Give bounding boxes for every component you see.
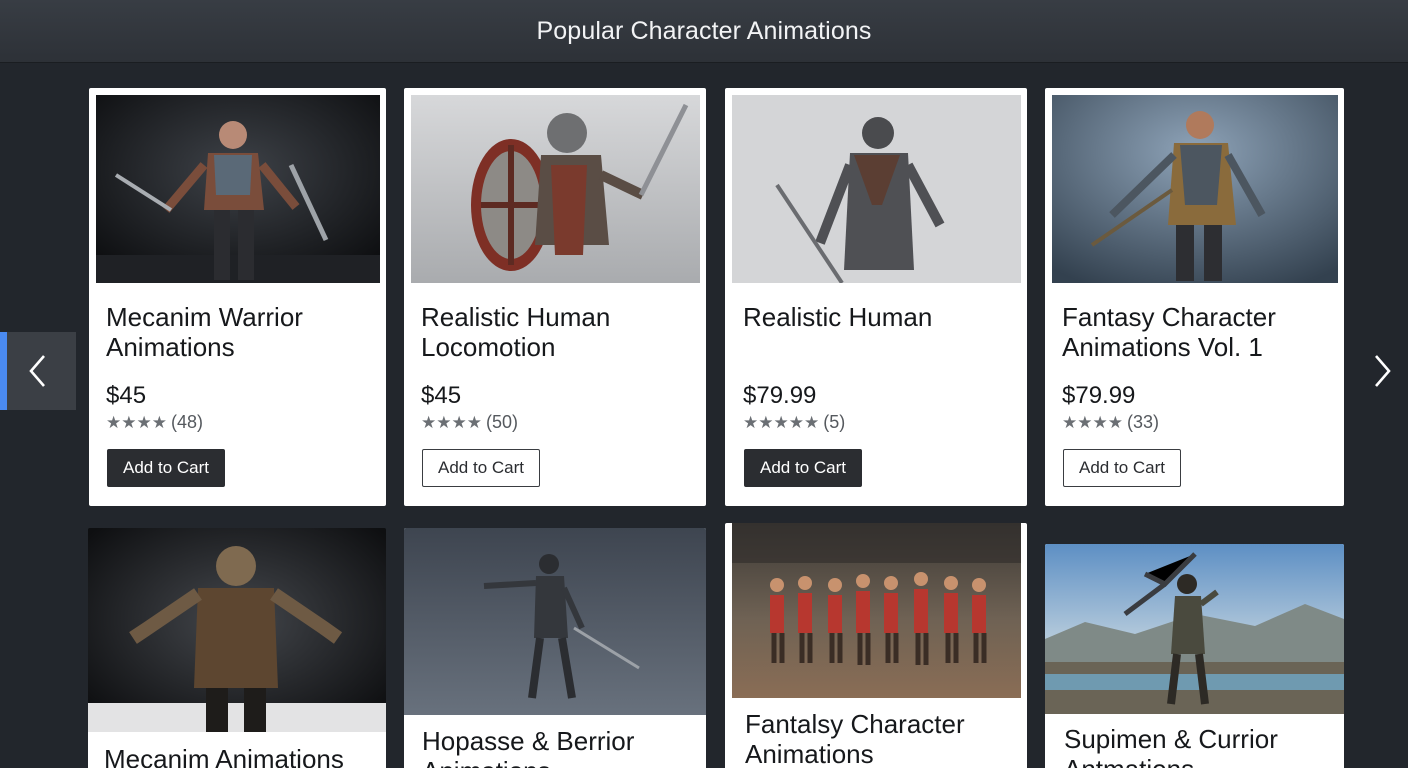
active-indicator	[0, 332, 7, 410]
product-title[interactable]: Realistic Human	[743, 302, 1018, 332]
page-header: Popular Character Animations	[0, 0, 1408, 63]
star-rating-icon: ★★★★	[1062, 412, 1123, 432]
star-rating-icon: ★★★★	[106, 412, 167, 432]
product-rating: ★★★★★ (5)	[743, 412, 845, 433]
star-rating-icon: ★★★★★	[743, 412, 820, 432]
product-thumbnail[interactable]	[411, 95, 700, 283]
add-to-cart-button[interactable]: Add to Cart	[107, 449, 225, 487]
add-to-cart-button[interactable]: Add to Cart	[744, 449, 862, 487]
product-grid: Mecanim Warrior Animations $45 ★★★★ (48)…	[88, 88, 1346, 768]
product-thumbnail[interactable]	[1045, 544, 1344, 714]
rating-count: (48)	[170, 412, 203, 432]
product-price: $79.99	[743, 382, 817, 409]
product-thumbnail[interactable]	[732, 95, 1021, 283]
product-title[interactable]: Mecanim Warrior Animations	[106, 302, 376, 362]
product-card[interactable]: Supimen & Currior Antmations	[1045, 544, 1344, 768]
product-title[interactable]: Fantasy Character Animations Vol. 1	[1062, 302, 1337, 362]
product-thumbnail[interactable]	[88, 528, 386, 732]
product-title[interactable]: Fantalsy Character Animations	[745, 709, 1020, 768]
product-card[interactable]: Fantalsy Character Animations	[725, 523, 1027, 768]
page-title: Popular Character Animations	[536, 16, 872, 45]
rating-count: (33)	[1126, 412, 1159, 432]
product-card[interactable]: Hopasse & Berrior Animations	[404, 528, 706, 768]
product-card[interactable]: Fantasy Character Animations Vol. 1 $79.…	[1045, 88, 1344, 506]
product-title[interactable]: Supimen & Currior Antmations	[1064, 724, 1334, 768]
rating-count: (5)	[823, 412, 846, 432]
product-card[interactable]: Realistic Human Locomotion $45 ★★★★ (50)…	[404, 88, 706, 506]
product-rating: ★★★★ (48)	[106, 412, 203, 433]
product-title[interactable]: Mecanim Animations	[104, 744, 379, 768]
product-price: $45	[421, 382, 462, 409]
carousel-next-button[interactable]	[1360, 332, 1404, 410]
product-title[interactable]: Hopasse & Berrior Animations	[422, 726, 697, 768]
product-thumbnail[interactable]	[96, 95, 380, 283]
product-price: $79.99	[1062, 382, 1136, 409]
product-rating: ★★★★ (50)	[421, 412, 518, 433]
product-title[interactable]: Realistic Human Locomotion	[421, 302, 696, 362]
product-card[interactable]: Mecanim Animations	[88, 528, 386, 768]
product-price: $45	[106, 382, 147, 409]
star-rating-icon: ★★★★	[421, 412, 482, 432]
chevron-right-icon	[1375, 355, 1391, 387]
chevron-left-icon	[29, 355, 45, 387]
product-card[interactable]: Mecanim Warrior Animations $45 ★★★★ (48)…	[89, 88, 386, 506]
add-to-cart-button[interactable]: Add to Cart	[1063, 449, 1181, 487]
product-thumbnail[interactable]	[732, 523, 1021, 698]
add-to-cart-button[interactable]: Add to Cart	[422, 449, 540, 487]
product-thumbnail[interactable]	[404, 528, 706, 715]
product-rating: ★★★★ (33)	[1062, 412, 1159, 433]
product-card[interactable]: Realistic Human $79.99 ★★★★★ (5) Add to …	[725, 88, 1027, 506]
product-thumbnail[interactable]	[1052, 95, 1338, 283]
rating-count: (50)	[485, 412, 518, 432]
carousel-prev-button[interactable]	[0, 332, 76, 410]
